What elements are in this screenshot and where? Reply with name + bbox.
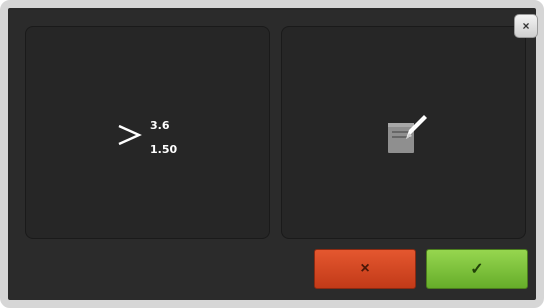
threshold-display: 3.6 1.50 bbox=[116, 119, 226, 165]
threshold-upper-value: 3.6 bbox=[150, 119, 170, 132]
close-dialog-button[interactable]: × bbox=[514, 14, 538, 38]
checkmark-icon: ✓ bbox=[470, 261, 484, 278]
threshold-panel[interactable]: 3.6 1.50 bbox=[25, 26, 270, 239]
close-icon: × bbox=[360, 260, 370, 277]
threshold-dialog: 3.6 1.50 × ✓ bbox=[0, 0, 544, 308]
edit-note-icon bbox=[388, 115, 427, 153]
edit-panel[interactable] bbox=[281, 26, 526, 239]
threshold-lower-value: 1.50 bbox=[150, 143, 178, 156]
cancel-button[interactable]: × bbox=[314, 249, 416, 289]
close-icon: × bbox=[522, 19, 530, 33]
confirm-button[interactable]: ✓ bbox=[426, 249, 528, 289]
greater-than-icon bbox=[118, 124, 142, 146]
